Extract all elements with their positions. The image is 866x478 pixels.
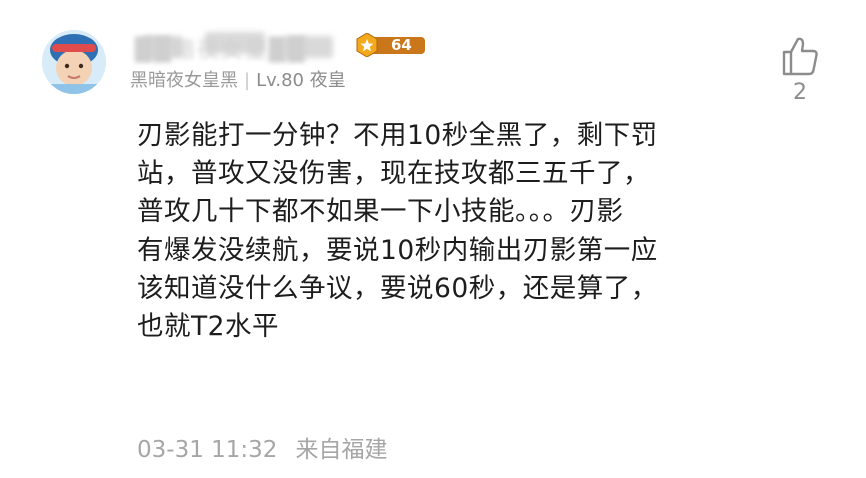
comment-line: 刃影能打一分钟？不用10秒全黑了，剩下罚 xyxy=(137,120,658,151)
comment-text: 刃影能打一分钟？不用10秒全黑了，剩下罚 站，普攻又没伤害，现在技攻都三五千了，… xyxy=(137,117,737,346)
comment-timestamp: 03-31 11:32 xyxy=(137,437,278,463)
user-nickname: 黑暗夜女皇黑 xyxy=(130,70,238,91)
level-badge: 64 xyxy=(355,32,427,58)
user-level: Lv.80 夜皇 xyxy=(256,70,346,91)
avatar[interactable] xyxy=(42,30,106,94)
username-text: ██暗夜女皇██ xyxy=(135,38,307,63)
comment-line: 站，普攻又没伤害，现在技攻都三五千了， xyxy=(137,158,650,190)
like-button[interactable] xyxy=(778,34,822,78)
comment-line: 普攻几十下都不如果一下小技能。。。刃影 xyxy=(137,196,624,228)
comment-line: 也就T2水平 xyxy=(137,311,280,343)
comment-location: 来自福建 xyxy=(295,437,388,463)
comment-line: 有爆发没续航，要说10秒内输出刃影第一应 xyxy=(137,234,658,266)
username[interactable]: ██暗夜女皇██ xyxy=(135,30,345,63)
level-badge-number: 64 xyxy=(391,36,412,54)
comment-meta: 03-31 11:32 来自福建 xyxy=(137,430,387,464)
like-count: 2 xyxy=(793,80,807,105)
comment-line: 该知道没什么争议，要说60秒，还是算了， xyxy=(137,272,658,304)
separator: | xyxy=(244,70,251,91)
user-subtitle: 黑暗夜女皇黑 | Lv.80 夜皇 xyxy=(130,68,346,94)
thumbs-up-icon xyxy=(782,37,818,76)
